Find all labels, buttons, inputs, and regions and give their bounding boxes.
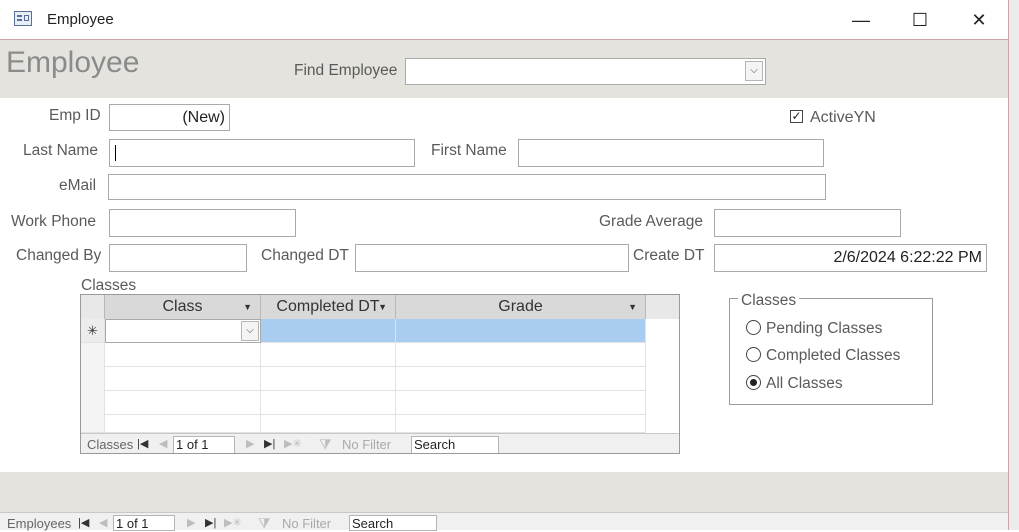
window-edge xyxy=(1008,0,1019,530)
next-record-icon[interactable]: ▶ xyxy=(246,437,254,450)
empty-cell xyxy=(105,391,261,415)
changed-dt-label: Changed DT xyxy=(261,247,349,264)
empty-cell xyxy=(105,343,261,367)
last-name-label: Last Name xyxy=(23,142,98,159)
empty-cell xyxy=(396,415,646,433)
row-selector-column xyxy=(81,343,105,433)
first-record-icon[interactable]: |◀ xyxy=(78,516,89,529)
subform-search-box[interactable]: Search xyxy=(411,436,499,453)
grid-header-filler xyxy=(646,295,679,319)
class-combo-cell[interactable]: ⌵ xyxy=(105,319,261,343)
empty-cell xyxy=(105,367,261,391)
create-dt-label: Create DT xyxy=(633,247,705,264)
maximize-button[interactable]: ☐ xyxy=(897,8,943,32)
sort-dropdown-icon[interactable]: ▼ xyxy=(628,295,637,319)
classes-option-group-label: Classes xyxy=(738,292,800,310)
classes-subform: Class ▼ Completed DT ▼ Grade ▼ ✳ ⌵ Class… xyxy=(80,294,680,454)
emp-id-label: Emp ID xyxy=(49,107,101,124)
subform-record-number[interactable]: 1 of 1 xyxy=(173,436,235,453)
all-classes-label: All Classes xyxy=(766,375,843,392)
column-header-completed-dt-label: Completed DT xyxy=(276,298,380,315)
last-name-field[interactable] xyxy=(109,139,415,167)
filter-icon: ⧩ xyxy=(258,515,271,531)
column-header-grade-label: Grade xyxy=(498,298,543,315)
form-record-number[interactable]: 1 of 1 xyxy=(113,515,175,531)
column-header-grade[interactable]: Grade ▼ xyxy=(396,295,646,319)
grade-cell[interactable] xyxy=(396,319,646,343)
changed-by-field[interactable] xyxy=(109,244,247,272)
next-record-icon[interactable]: ▶ xyxy=(187,516,195,529)
window-title: Employee xyxy=(47,11,114,28)
empty-cell xyxy=(261,415,396,433)
radio-all-classes[interactable] xyxy=(746,375,761,390)
emp-id-field[interactable]: (New) xyxy=(109,104,230,131)
form-search-box[interactable]: Search xyxy=(349,515,437,531)
empty-cell xyxy=(105,415,261,433)
minimize-button[interactable]: — xyxy=(838,8,884,32)
form-title: Employee xyxy=(6,46,140,79)
first-record-icon[interactable]: |◀ xyxy=(137,437,148,450)
column-header-class-label: Class xyxy=(162,298,203,315)
changed-by-label: Changed By xyxy=(16,247,102,264)
grid-select-all[interactable] xyxy=(81,295,105,319)
active-checkbox[interactable]: ✓ xyxy=(790,110,803,123)
empty-cell xyxy=(396,391,646,415)
column-header-class[interactable]: Class ▼ xyxy=(105,295,261,319)
first-name-field[interactable] xyxy=(518,139,824,167)
new-record-icon[interactable]: ▶✳ xyxy=(284,437,302,450)
chevron-down-icon[interactable]: ⌵ xyxy=(241,321,259,341)
subform-filter-status[interactable]: No Filter xyxy=(342,437,391,452)
radio-completed-classes[interactable] xyxy=(746,347,761,362)
last-record-icon[interactable]: ▶| xyxy=(205,516,216,529)
subform-navigation-bar: Classes |◀ ◀ 1 of 1 ▶ ▶| ▶✳ ⧩ No Filter … xyxy=(81,433,679,453)
empty-cell xyxy=(261,391,396,415)
previous-record-icon[interactable]: ◀ xyxy=(99,516,107,529)
new-record-icon[interactable]: ▶✳ xyxy=(224,516,242,529)
work-phone-label: Work Phone xyxy=(11,213,97,230)
subform-nav-label: Classes xyxy=(87,437,134,452)
email-field[interactable] xyxy=(108,174,826,200)
classes-subform-label: Classes xyxy=(81,277,137,294)
sort-dropdown-icon[interactable]: ▼ xyxy=(243,295,252,319)
empty-cell xyxy=(261,367,396,391)
text-cursor xyxy=(115,145,116,161)
empty-cell xyxy=(261,343,396,367)
first-name-label: First Name xyxy=(431,142,507,159)
form-footer xyxy=(0,472,1008,512)
empty-cell xyxy=(396,343,646,367)
form-nav-label: Employees xyxy=(7,516,72,531)
find-employee-label: Find Employee xyxy=(294,62,398,79)
sort-dropdown-icon[interactable]: ▼ xyxy=(378,295,387,319)
grade-average-field[interactable] xyxy=(714,209,901,237)
pending-classes-label: Pending Classes xyxy=(766,320,883,337)
column-header-completed-dt[interactable]: Completed DT ▼ xyxy=(261,295,396,319)
work-phone-field[interactable] xyxy=(109,209,296,237)
new-record-selector[interactable]: ✳ xyxy=(81,319,105,343)
previous-record-icon[interactable]: ◀ xyxy=(159,437,167,450)
find-employee-combo[interactable]: ⌵ xyxy=(405,58,766,85)
empty-cell xyxy=(396,367,646,391)
form-navigation-bar: Employees |◀ ◀ 1 of 1 ▶ ▶| ▶✳ ⧩ No Filte… xyxy=(0,512,1008,531)
form-filter-status[interactable]: No Filter xyxy=(282,516,331,531)
chevron-down-icon[interactable]: ⌵ xyxy=(745,61,763,81)
email-label: eMail xyxy=(59,177,97,194)
last-record-icon[interactable]: ▶| xyxy=(264,437,275,450)
form-icon xyxy=(14,11,32,26)
radio-pending-classes[interactable] xyxy=(746,320,761,335)
changed-dt-field[interactable] xyxy=(355,244,629,272)
completed-classes-label: Completed Classes xyxy=(766,347,901,364)
completed-dt-cell[interactable] xyxy=(261,319,396,343)
filter-icon: ⧩ xyxy=(319,436,332,452)
create-dt-field[interactable]: 2/6/2024 6:22:22 PM xyxy=(714,244,987,272)
grade-average-label: Grade Average xyxy=(599,213,703,230)
active-label: ActiveYN xyxy=(810,109,876,126)
close-button[interactable]: ✕ xyxy=(956,8,1002,32)
